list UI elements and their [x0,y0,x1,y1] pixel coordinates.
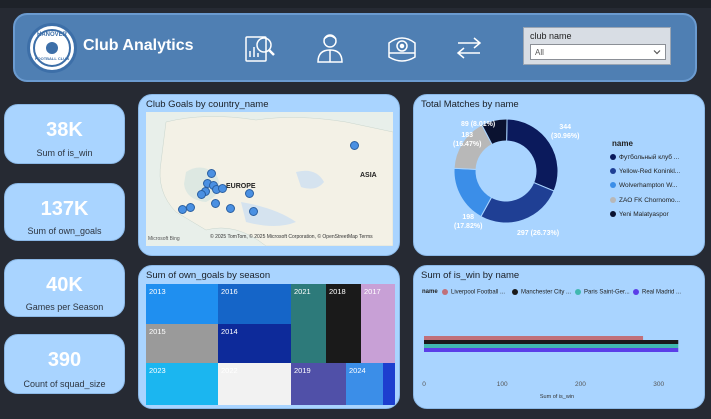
bar[interactable] [424,348,679,352]
legend-item[interactable]: Real Madrid ... [633,289,681,296]
map-point[interactable] [226,204,235,213]
slice-label: 344 (30.96%) [551,124,580,140]
kpi-value: 38K [46,119,83,141]
dropdown-value: All [535,48,544,57]
club-name-dropdown[interactable]: All [530,44,666,60]
top-band [0,0,711,8]
slice-label: 297 (26.73%) [517,230,560,237]
treemap-tile[interactable]: 2018 [326,284,361,363]
kpi-value: 390 [47,349,82,371]
football-icon [46,42,58,54]
map-panel: Club Goals by country_name EUROPE ASIA M… [138,94,400,256]
header-bar: HANOVER FOOTBALL CLUB Club Analytics clu… [13,13,697,82]
legend-item[interactable]: Paris Saint-Ger... [575,289,630,296]
kpi-label: Sum of own_goals [27,226,102,236]
logo-text-top: HANOVER [37,32,68,38]
bar[interactable] [424,340,679,344]
donut-slice[interactable] [480,181,555,224]
treemap-tile[interactable]: 2024 [346,363,383,405]
slice-label: 198 (17.82%) [454,214,483,230]
legend-item[interactable]: ZAO FK Chornomo... [610,197,680,204]
treemap-tile[interactable]: 2017 [361,284,395,363]
bar[interactable] [424,336,644,340]
map-credit: © 2025 TomTom, © 2025 Microsoft Corporat… [210,234,373,240]
player-icon[interactable] [313,31,347,65]
football-shield-icon[interactable] [385,31,419,65]
swap-arrows-icon[interactable] [452,31,486,65]
map-point[interactable] [218,184,227,193]
map-point[interactable] [245,189,254,198]
legend-title: name [612,139,633,148]
treemap-tile[interactable]: 2014 [218,324,291,363]
treemap-tile[interactable]: 2016 [218,284,291,324]
slicer-label: club name [530,31,572,41]
club-logo: HANOVER FOOTBALL CLUB [27,23,77,73]
app-title: Club Analytics [83,37,194,54]
kpi-card-squad-size: 390 Count of squad_size [4,334,125,394]
kpi-card-wins: 38K Sum of is_win [4,104,125,164]
donut-panel: Total Matches by name 344 (30.96%) 297 (2… [413,94,705,256]
map-point[interactable] [350,141,359,150]
treemap-tile[interactable] [383,363,395,405]
panel-title: Sum of is_win by name [421,270,520,281]
kpi-label: Sum of is_win [36,148,93,158]
kpi-value: 40K [46,274,83,296]
treemap-panel: Sum of own_goals by season 2013 2016 202… [138,265,400,409]
slice-label: 89 (8.01%) [461,121,496,128]
kpi-card-own-goals: 137K Sum of own_goals [4,183,125,241]
bar-chart[interactable]: 0 100 200 300 Sum of is_win [414,300,705,409]
treemap-tile[interactable]: 2015 [146,324,218,363]
kpi-value: 137K [40,198,89,220]
map-point[interactable] [186,203,195,212]
treemap-tile[interactable]: 2013 [146,284,218,324]
slice-label: 183 (16.47%) [453,132,482,148]
treemap-tile[interactable]: 2022 [218,363,291,405]
kpi-label: Games per Season [25,302,104,312]
legend-item[interactable]: Yeni Malatyaspor [610,211,669,218]
map-point[interactable] [197,190,206,199]
legend-title: name [422,289,438,295]
bing-logo: Microsoft Bing [148,236,180,242]
panel-title: Club Goals by country_name [146,99,269,110]
treemap-tile[interactable]: 2023 [146,363,218,405]
x-tick-label: 0 [422,381,426,388]
legend-item[interactable]: Yellow-Red Koninkl... [610,168,680,175]
map-visual[interactable]: EUROPE ASIA Microsoft Bing © 2025 TomTom… [146,112,393,246]
x-tick-label: 300 [653,381,664,388]
analytics-report-icon[interactable] [243,31,277,65]
treemap-tile[interactable]: 2019 [291,363,346,405]
map-point[interactable] [211,199,220,208]
logo-text-bottom: FOOTBALL CLUB [35,56,69,61]
x-tick-label: 200 [575,381,586,388]
kpi-card-games-per-season: 40K Games per Season [4,259,125,317]
x-axis-label: Sum of is_win [540,394,574,400]
x-tick-label: 100 [497,381,508,388]
bar-panel: Sum of is_win by name name Liverpool Foo… [413,265,705,409]
chevron-down-icon [653,50,661,55]
kpi-label: Count of squad_size [23,379,106,389]
legend-item[interactable]: Manchester City ... [512,289,571,296]
treemap-tile[interactable]: 2021 [291,284,326,363]
panel-title: Sum of own_goals by season [146,270,271,281]
map-label-asia: ASIA [360,172,377,179]
map-point[interactable] [249,207,258,216]
legend-item[interactable]: Liverpool Football ... [442,289,505,296]
legend-item[interactable]: Wolverhampton W... [610,182,677,189]
club-name-slicer: club name All [523,27,671,65]
bar[interactable] [424,344,679,348]
legend-item[interactable]: Футбольный клуб ... [610,154,679,161]
map-point[interactable] [207,169,216,178]
